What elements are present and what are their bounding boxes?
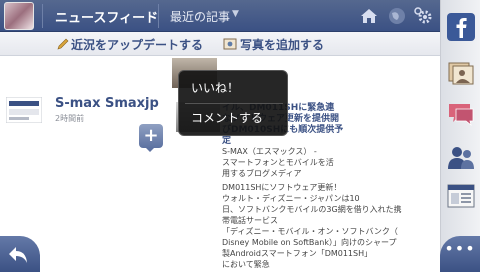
link-description-line: S-MAX（エスマックス） - (222, 147, 317, 156)
side-panel (440, 0, 480, 272)
link-description-line: 用するブログメディア (222, 169, 302, 178)
globe-icon[interactable] (386, 5, 408, 27)
feed-filter-dropdown[interactable]: 最近の記事 (170, 8, 230, 25)
update-status-button[interactable]: 近況をアップデートする (71, 36, 203, 53)
chevron-down-icon[interactable]: ▼ (232, 9, 239, 19)
photo-icon (223, 38, 237, 50)
friends-icon[interactable] (446, 142, 476, 172)
link-description-line: 製Androidスマートフォン「DM011SH」 (222, 249, 373, 258)
link-description-line: ウォルト・ディズニー・ジャパンは10 (222, 194, 360, 203)
home-icon[interactable] (358, 5, 380, 27)
story-author[interactable]: S-max Smaxjp (55, 96, 159, 111)
divider (158, 4, 159, 28)
back-arrow-icon (9, 247, 27, 263)
divider (42, 4, 43, 28)
link-description-line: 日、ソフトバンクモバイルの3G網を借り入れた携 (222, 205, 402, 214)
pages-icon[interactable] (446, 181, 476, 211)
link-description-line: 「ディズニー・モバイル・オン・ソフトバンク（ (222, 227, 398, 236)
add-photo-button[interactable]: 写真を追加する (240, 36, 324, 53)
story-action-menu: いいね！ コメントする (178, 70, 288, 136)
like-menu-item[interactable]: いいね！ (191, 79, 239, 96)
page-title[interactable]: ニュースフィード (55, 7, 158, 26)
menu-divider (185, 103, 283, 104)
composer-bar: 近況をアップデートする 写真を追加する (0, 32, 440, 56)
photos-icon[interactable] (446, 58, 476, 88)
add-button-tail (145, 147, 155, 152)
link-description-line: において緊急 (222, 260, 270, 269)
link-description-line: 帯電話サービス (222, 216, 278, 225)
comment-menu-item[interactable]: コメントする (191, 109, 263, 126)
chat-icon[interactable] (446, 99, 476, 129)
pencil-icon (57, 38, 69, 50)
link-description-line: DM011SHにソフトウェア更新！ (222, 183, 342, 192)
facebook-icon[interactable] (446, 12, 476, 42)
gear-icon[interactable] (412, 5, 434, 27)
story-timestamp: 2時間前 (55, 114, 85, 123)
more-button[interactable]: ••• (440, 236, 480, 272)
back-button[interactable] (0, 236, 40, 272)
link-description-line: スマートフォンとモバイルを活 (222, 158, 334, 167)
smax-logo[interactable] (6, 97, 42, 123)
profile-avatar[interactable] (4, 2, 34, 30)
link-description-line: Disney Mobile on SoftBank）」向けのシャープ (222, 238, 397, 247)
add-button[interactable]: + (139, 124, 163, 148)
top-bar: ニュースフィード 最近の記事 ▼ (0, 0, 440, 32)
